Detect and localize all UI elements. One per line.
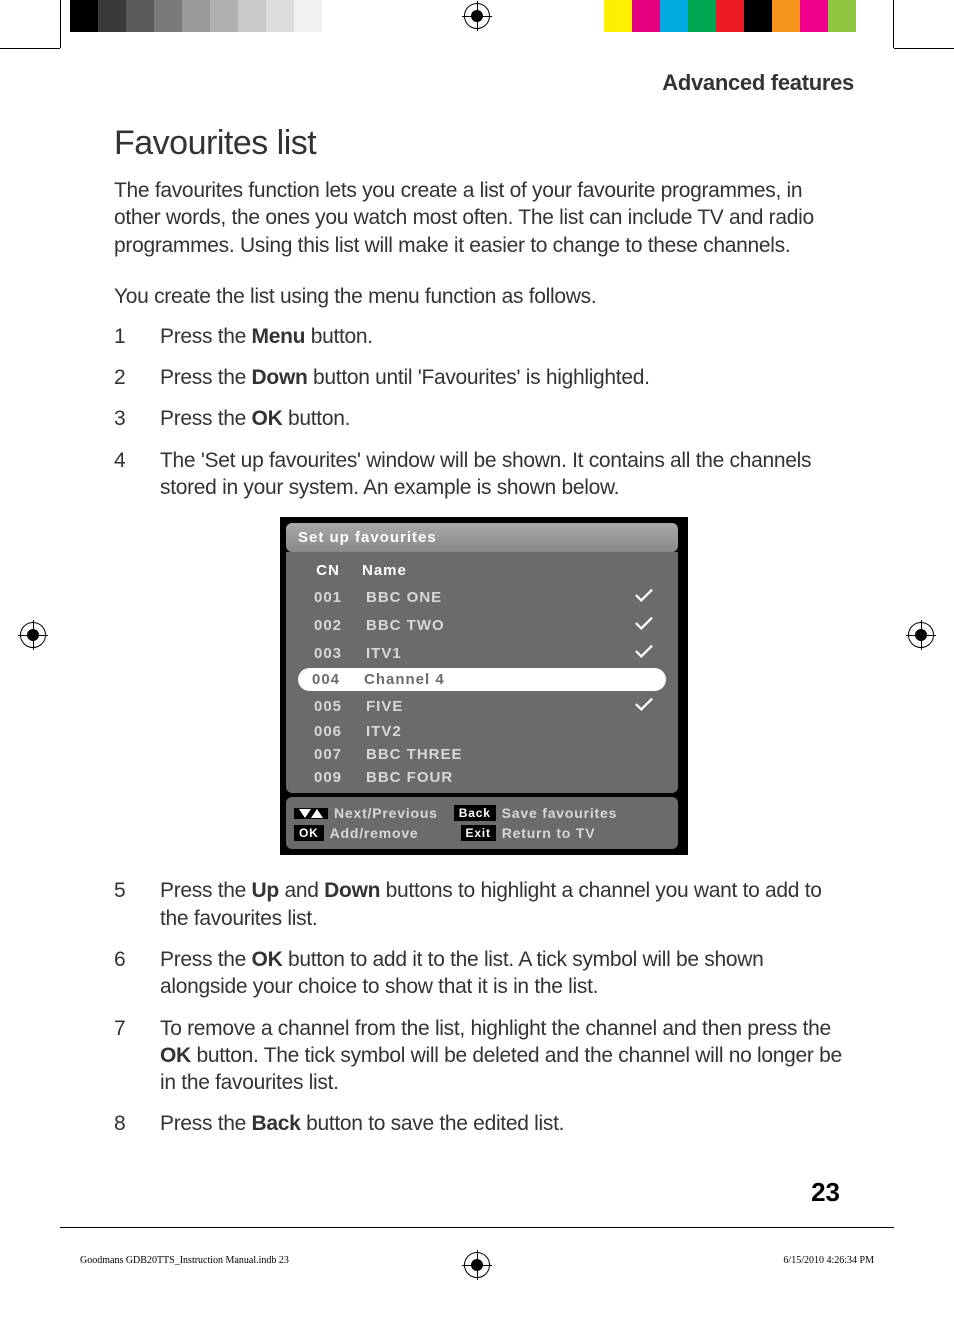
crop-mark: [893, 0, 894, 48]
color-bar-grey-scale: [70, 0, 350, 32]
add-remove-label: Add/remove: [330, 825, 419, 841]
step-text: Press the OK button.: [160, 405, 854, 432]
footer-timestamp: 6/15/2010 4:26:34 PM: [783, 1255, 874, 1266]
osd-column-headers: CN Name: [300, 558, 664, 583]
step-number: 8: [114, 1110, 160, 1137]
osd-channel-row: 002BBC TWO: [300, 611, 664, 639]
exit-button-label: Exit: [461, 825, 496, 841]
page-number: 23: [811, 1177, 840, 1208]
page-title: Favourites list: [114, 124, 854, 163]
crop-mark: [894, 48, 954, 49]
footer-filename: Goodmans GDB20TTS_Instruction Manual.ind…: [80, 1255, 289, 1266]
osd-channel-row: 009BBC FOUR: [300, 766, 664, 789]
step-number: 7: [114, 1015, 160, 1097]
step-text: Press the OK button to add it to the lis…: [160, 946, 854, 1001]
registration-mark-icon: [464, 3, 490, 29]
next-prev-label: Next/Previous: [334, 805, 438, 821]
step-text: Press the Down button until 'Favourites'…: [160, 364, 854, 391]
step-item: 4The 'Set up favourites' window will be …: [114, 447, 854, 502]
channel-number: 009: [300, 769, 356, 786]
registration-mark-icon: [464, 1252, 490, 1278]
step-item: 1Press the Menu button.: [114, 323, 854, 350]
osd-title: Set up favourites: [286, 523, 678, 552]
back-button-label: Back: [454, 805, 496, 821]
crop-mark: [60, 0, 61, 48]
arrows-icon: [294, 808, 328, 819]
save-favourites-label: Save favourites: [502, 805, 618, 821]
col-name: Name: [356, 562, 624, 579]
step-number: 4: [114, 447, 160, 502]
section-header: Advanced features: [114, 70, 854, 96]
registration-mark-icon: [908, 622, 934, 648]
check-icon: [624, 586, 664, 608]
step-number: 5: [114, 877, 160, 932]
check-icon: [624, 614, 664, 636]
step-number: 6: [114, 946, 160, 1001]
osd-channel-row: 003ITV1: [300, 639, 664, 667]
steps-list: 1Press the Menu button.2Press the Down b…: [114, 323, 854, 501]
footer-rule: [60, 1227, 894, 1228]
osd-channel-row: 001BBC ONE: [300, 583, 664, 611]
step-item: 7To remove a channel from the list, high…: [114, 1015, 854, 1097]
osd-channel-row: 005FIVE: [300, 692, 664, 720]
step-text: Press the Back button to save the edited…: [160, 1110, 854, 1137]
channel-name: ITV1: [356, 645, 624, 662]
check-icon: [624, 642, 664, 664]
channel-number: 003: [300, 645, 356, 662]
osd-channel-row: 007BBC THREE: [300, 743, 664, 766]
step-item: 5Press the Up and Down buttons to highli…: [114, 877, 854, 932]
step-text: Press the Menu button.: [160, 323, 854, 350]
channel-name: ITV2: [356, 723, 624, 740]
intro-paragraph: The favourites function lets you create …: [114, 177, 854, 259]
step-number: 1: [114, 323, 160, 350]
step-text: Press the Up and Down buttons to highlig…: [160, 877, 854, 932]
channel-name: BBC TWO: [356, 617, 624, 634]
channel-number: 005: [300, 698, 356, 715]
step-item: 6Press the OK button to add it to the li…: [114, 946, 854, 1001]
step-item: 8Press the Back button to save the edite…: [114, 1110, 854, 1137]
channel-number: 001: [300, 589, 356, 606]
channel-number: 007: [300, 746, 356, 763]
channel-number: 002: [300, 617, 356, 634]
channel-number: 006: [300, 723, 356, 740]
channel-name: BBC THREE: [356, 746, 624, 763]
step-text: The 'Set up favourites' window will be s…: [160, 447, 854, 502]
osd-channel-row: 004Channel 4: [298, 668, 666, 691]
registration-mark-icon: [20, 622, 46, 648]
osd-body: CN Name 001BBC ONE002BBC TWO003ITV1004Ch…: [286, 552, 678, 793]
channel-name: FIVE: [356, 698, 624, 715]
osd-screenshot: Set up favourites CN Name 001BBC ONE002B…: [114, 517, 854, 855]
crop-mark: [0, 48, 60, 49]
step-number: 2: [114, 364, 160, 391]
return-tv-label: Return to TV: [502, 825, 596, 841]
channel-name: BBC ONE: [356, 589, 624, 606]
osd-window: Set up favourites CN Name 001BBC ONE002B…: [280, 517, 688, 855]
step-text: To remove a channel from the list, highl…: [160, 1015, 854, 1097]
channel-name: Channel 4: [354, 671, 626, 688]
col-cn: CN: [300, 562, 356, 579]
color-bar-colors: [604, 0, 884, 32]
check-icon: [624, 695, 664, 717]
steps-list-continued: 5Press the Up and Down buttons to highli…: [114, 877, 854, 1137]
osd-channel-row: 006ITV2: [300, 720, 664, 743]
lead-paragraph: You create the list using the menu funct…: [114, 285, 854, 309]
step-item: 3Press the OK button.: [114, 405, 854, 432]
step-item: 2Press the Down button until 'Favourites…: [114, 364, 854, 391]
channel-number: 004: [298, 671, 354, 688]
col-check: [624, 562, 664, 579]
page-content: Advanced features Favourites list The fa…: [114, 70, 854, 1152]
channel-name: BBC FOUR: [356, 769, 624, 786]
ok-button-label: OK: [294, 825, 324, 841]
step-number: 3: [114, 405, 160, 432]
osd-footer: Next/Previous Back Save favourites OK Ad…: [286, 797, 678, 849]
